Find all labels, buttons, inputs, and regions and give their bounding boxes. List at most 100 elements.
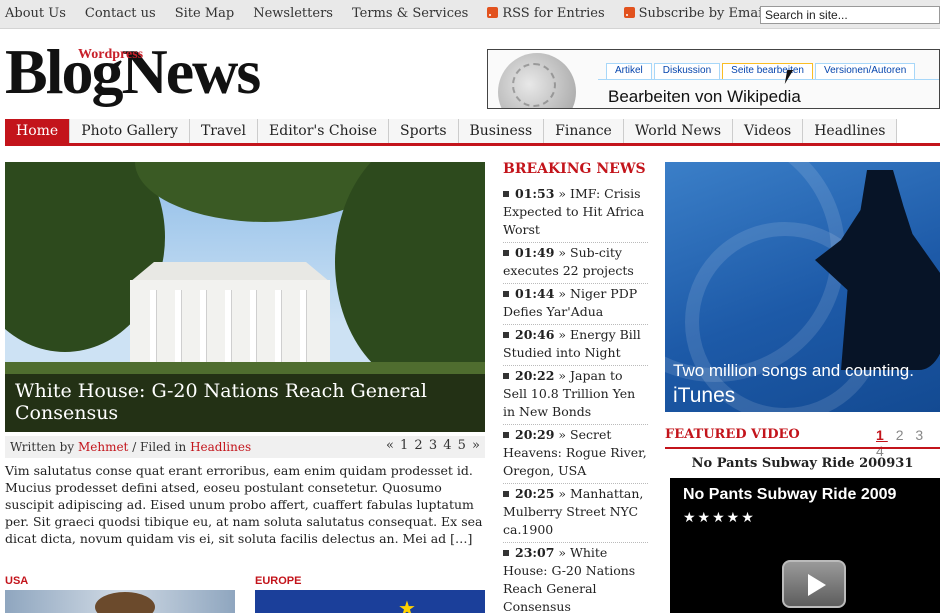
section-europe-label[interactable]: EUROPE xyxy=(255,575,301,587)
video-title[interactable]: No Pants Subway Ride 200931 xyxy=(665,456,940,471)
column xyxy=(150,290,156,362)
rating-stars: ★★★★★ xyxy=(683,510,756,526)
list-item[interactable]: 20:46 » Energy Bill Studied into Night xyxy=(503,325,648,366)
news-time: 20:29 xyxy=(515,427,555,442)
column xyxy=(200,290,206,362)
rss-icon xyxy=(623,7,635,18)
nav-business[interactable]: Business xyxy=(458,119,545,143)
wiki-tab-line xyxy=(598,79,939,80)
column xyxy=(225,290,231,362)
europe-thumbnail[interactable]: ★ xyxy=(255,590,485,613)
newsletters-link[interactable]: Newsletters xyxy=(253,6,333,21)
logo-wordpress-label: Wordpress xyxy=(78,47,144,62)
nav-headlines[interactable]: Headlines xyxy=(803,119,898,143)
list-item[interactable]: 01:49 » Sub-city executes 22 projects xyxy=(503,243,648,284)
bullet-icon xyxy=(503,332,509,338)
nav-world-news[interactable]: World News xyxy=(623,119,733,143)
itunes-ad[interactable]: Two million songs and counting. iTunes xyxy=(665,162,940,412)
search-input[interactable] xyxy=(760,6,940,24)
column xyxy=(275,290,281,362)
column xyxy=(175,290,181,362)
news-time: 20:22 xyxy=(515,368,555,383)
list-item[interactable]: 20:25 » Manhattan, Mulberry Street NYC c… xyxy=(503,484,648,543)
site-map-link[interactable]: Site Map xyxy=(175,6,235,21)
subscribe-email-link[interactable]: Subscribe by Email xyxy=(623,6,767,21)
author-link[interactable]: Mehmet xyxy=(78,440,128,454)
featured-image[interactable]: White House: G-20 Nations Reach General … xyxy=(5,162,485,432)
player-title: No Pants Subway Ride 2009 xyxy=(683,486,897,503)
contact-us-link[interactable]: Contact us xyxy=(85,6,156,21)
nav-finance[interactable]: Finance xyxy=(544,119,624,143)
column xyxy=(300,290,306,362)
video-page-3[interactable]: 3 xyxy=(915,427,927,443)
wiki-tab-edit: Seite bearbeiten xyxy=(722,63,813,79)
featured-video-divider xyxy=(665,447,940,449)
nav-editors-choise[interactable]: Editor's Choise xyxy=(258,119,390,143)
bullet-icon xyxy=(503,250,509,256)
news-time: 20:46 xyxy=(515,327,555,342)
about-us-link[interactable]: About Us xyxy=(5,6,66,21)
bullet-icon xyxy=(503,191,509,197)
list-item[interactable]: 01:53 » IMF: Crisis Expected to Hit Afri… xyxy=(503,184,648,243)
subscribe-email-label: Subscribe by Email xyxy=(638,6,767,21)
ad-tagline: Two million songs and counting. xyxy=(673,361,914,380)
rss-icon xyxy=(487,7,499,18)
news-time: 20:25 xyxy=(515,486,555,501)
nav-sports[interactable]: Sports xyxy=(389,119,459,143)
main-nav: Home Photo Gallery Travel Editor's Chois… xyxy=(5,119,940,146)
wiki-tabs: Artikel Diskussion Seite bearbeiten Vers… xyxy=(606,63,917,79)
news-time: 01:44 xyxy=(515,286,555,301)
video-player[interactable]: No Pants Subway Ride 2009 ★★★★★ xyxy=(670,478,940,613)
wiki-tab-history: Versionen/Autoren xyxy=(815,63,916,79)
featured-caption[interactable]: White House: G-20 Nations Reach General … xyxy=(5,374,485,432)
written-by-label: Written by xyxy=(10,440,75,454)
wiki-banner-title: Bearbeiten von Wikipedia xyxy=(608,87,801,106)
featured-pager[interactable]: « 1 2 3 4 5 » xyxy=(386,438,481,453)
wikipedia-globe-icon xyxy=(498,53,576,108)
category-link[interactable]: Headlines xyxy=(190,440,251,454)
ad-brand: iTunes xyxy=(673,384,736,407)
list-item[interactable]: 20:29 » Secret Heavens: Rogue River, Ore… xyxy=(503,425,648,484)
nav-videos[interactable]: Videos xyxy=(733,119,804,143)
news-time: 01:53 xyxy=(515,186,555,201)
bullet-icon xyxy=(503,373,509,379)
terms-link[interactable]: Terms & Services xyxy=(352,6,468,21)
nav-home[interactable]: Home xyxy=(5,119,71,143)
white-house xyxy=(130,280,330,368)
bullet-icon xyxy=(503,291,509,297)
breaking-news-list: 01:53 » IMF: Crisis Expected to Hit Afri… xyxy=(503,184,648,613)
featured-excerpt: Vim salutatus conse quat erant erroribus… xyxy=(5,463,483,546)
wikipedia-banner[interactable]: Artikel Diskussion Seite bearbeiten Vers… xyxy=(487,49,940,109)
rss-entries-link[interactable]: RSS for Entries xyxy=(487,6,605,21)
filed-in-label: / Filed in xyxy=(132,440,187,454)
list-item[interactable]: 20:22 » Japan to Sell 10.8 Trillion Yen … xyxy=(503,366,648,425)
video-page-2[interactable]: 2 xyxy=(896,427,908,443)
featured-video-title: FEATURED VIDEO xyxy=(665,427,800,442)
top-links: About Us Contact us Site Map Newsletters… xyxy=(5,6,785,21)
bullet-icon xyxy=(503,432,509,438)
white-house-roof xyxy=(130,262,330,282)
breaking-news-title: BREAKING NEWS xyxy=(503,161,646,177)
column xyxy=(250,290,256,362)
bullet-icon xyxy=(503,550,509,556)
rss-entries-label: RSS for Entries xyxy=(502,6,605,21)
post-meta: Written by Mehmet / Filed in Headlines «… xyxy=(5,436,485,458)
mouse-cursor-icon xyxy=(784,70,794,84)
list-item[interactable]: 01:44 » Niger PDP Defies Yar'Adua xyxy=(503,284,648,325)
eu-star-icon: ★ xyxy=(398,596,416,613)
wiki-tab-article: Artikel xyxy=(606,63,652,79)
news-time: 01:49 xyxy=(515,245,555,260)
nav-photo-gallery[interactable]: Photo Gallery xyxy=(70,119,190,143)
news-time: 23:07 xyxy=(515,545,555,560)
nav-travel[interactable]: Travel xyxy=(189,119,259,143)
video-page-1[interactable]: 1 xyxy=(876,427,888,443)
wiki-tab-discussion: Diskussion xyxy=(653,63,721,79)
ad-text: Two million songs and counting. iTunes xyxy=(673,358,914,408)
list-item[interactable]: 23:07 » White House: G-20 Nations Reach … xyxy=(503,543,648,613)
usa-thumbnail[interactable] xyxy=(5,590,235,613)
featured-video-pager: 1 2 3 4 xyxy=(876,427,940,459)
play-button[interactable] xyxy=(782,560,846,608)
section-usa-label[interactable]: USA xyxy=(5,575,28,587)
top-bar: About Us Contact us Site Map Newsletters… xyxy=(0,0,940,29)
bullet-icon xyxy=(503,491,509,497)
